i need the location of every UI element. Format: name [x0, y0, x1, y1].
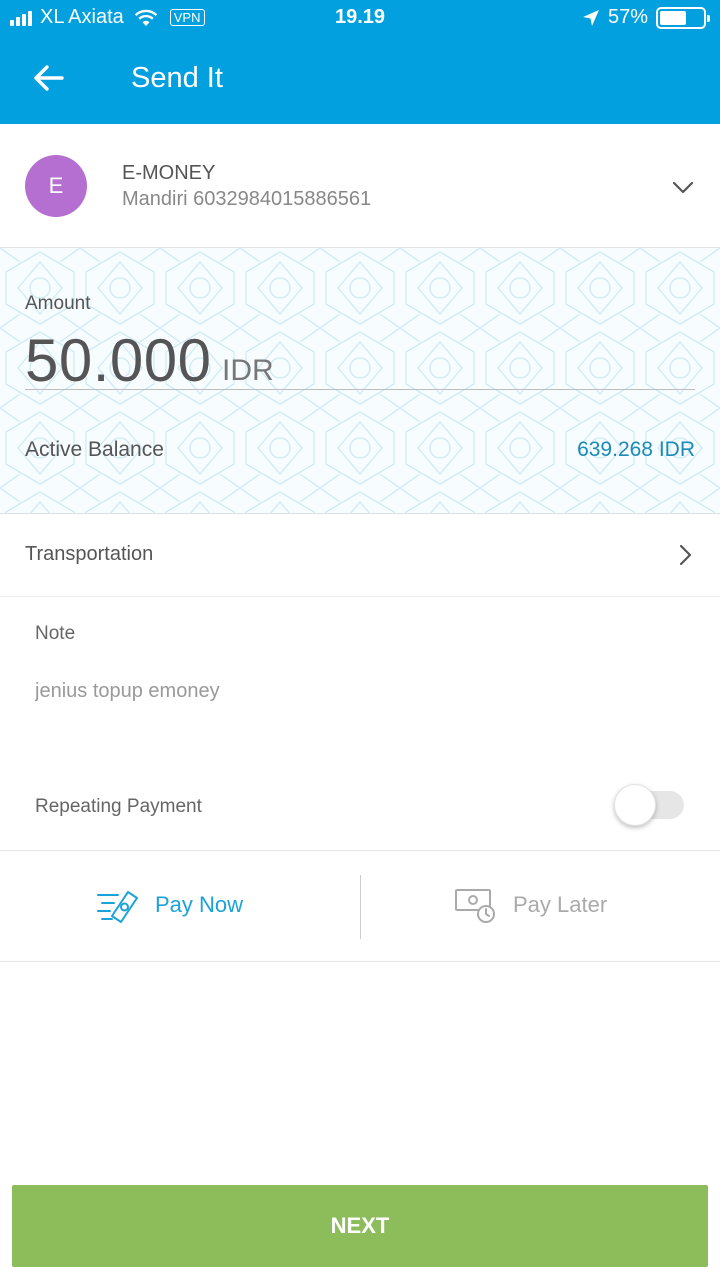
amount-panel: Amount 50.000 IDR Active Balance 639.268…: [0, 248, 720, 514]
pay-later-option[interactable]: Pay Later: [454, 885, 607, 925]
note-input[interactable]: [35, 676, 675, 706]
pay-divider: [360, 875, 361, 939]
pay-now-icon: [97, 891, 138, 923]
account-number: Mandiri 6032984015886561: [122, 188, 372, 210]
pay-later-icon: [455, 889, 495, 923]
amount-currency: IDR: [222, 354, 274, 387]
status-bar: XL Axiata VPN 19.19 57%: [0, 0, 720, 36]
avatar: E: [25, 155, 87, 217]
pay-now-option[interactable]: Pay Now: [96, 885, 243, 925]
battery-percent: 57%: [607, 6, 648, 28]
account-selector[interactable]: E E-MONEY Mandiri 6032984015886561: [0, 124, 720, 248]
account-name: E-MONEY: [122, 162, 216, 184]
amount-input[interactable]: 50.000 IDR: [25, 322, 695, 394]
repeating-payment-label: Repeating Payment: [35, 796, 202, 817]
next-button[interactable]: NEXT: [12, 1185, 708, 1267]
active-balance-value: 639.268 IDR: [577, 438, 695, 461]
status-right: 57%: [582, 6, 710, 29]
back-arrow-icon[interactable]: [28, 58, 68, 98]
repeating-payment-toggle[interactable]: [614, 784, 686, 826]
payment-timing-selector: Pay Now Pay Later: [0, 850, 720, 962]
app-header: Send It: [0, 36, 720, 124]
battery-icon: [656, 6, 710, 29]
chevron-down-icon[interactable]: [668, 172, 698, 202]
pay-now-label: Pay Now: [155, 892, 244, 917]
active-balance-label: Active Balance: [25, 438, 164, 461]
category-selector[interactable]: Transportation: [0, 514, 720, 597]
amount-value: 50.000: [25, 327, 212, 394]
location-arrow-icon: [582, 9, 599, 26]
amount-label: Amount: [25, 293, 91, 314]
category-label: Transportation: [25, 543, 154, 565]
pay-later-label: Pay Later: [513, 892, 608, 917]
note-label: Note: [35, 623, 76, 644]
page-title: Send It: [131, 62, 223, 94]
chevron-right-icon: [679, 544, 692, 566]
